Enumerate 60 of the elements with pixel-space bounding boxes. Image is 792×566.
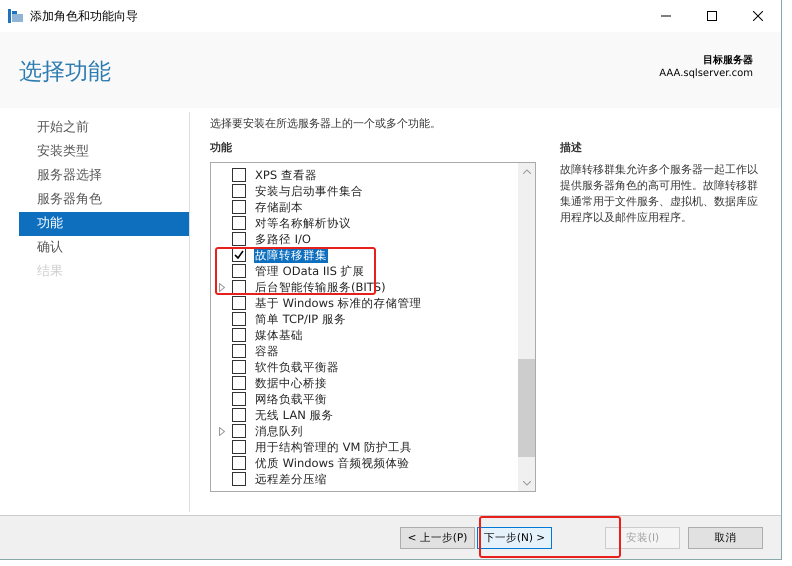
feature-label[interactable]: 管理 OData IIS 扩展: [254, 264, 366, 278]
feature-label[interactable]: 优质 Windows 音频视频体验: [254, 456, 411, 470]
description-text: 故障转移群集允许多个服务器一起工作以提供服务器角色的高可用性。故障转移群集通常用于文件服务、虚拟机、数据库应用程序以及邮件应用程序。: [560, 162, 759, 226]
close-icon: [753, 11, 763, 21]
feature-label[interactable]: 数据中心桥接: [254, 376, 328, 390]
feature-label[interactable]: 多路径 I/O: [254, 232, 312, 246]
feature-label[interactable]: 容器: [254, 344, 280, 358]
checkbox[interactable]: [232, 248, 246, 262]
features-heading: 功能: [210, 140, 233, 156]
feature-label[interactable]: 简单 TCP/IP 服务: [254, 312, 347, 326]
feature-label[interactable]: 安装与启动事件集合: [254, 184, 364, 198]
checkbox[interactable]: [232, 200, 246, 214]
feature-label[interactable]: 无线 LAN 服务: [254, 408, 334, 422]
checkbox[interactable]: [232, 232, 246, 246]
feature-label[interactable]: XPS 查看器: [254, 168, 318, 182]
checkbox[interactable]: [232, 264, 246, 278]
checkbox[interactable]: [232, 424, 246, 438]
sidebar-item[interactable]: 确认: [19, 236, 189, 260]
sidebar-item[interactable]: 功能: [19, 212, 189, 236]
feature-label[interactable]: 软件负载平衡器: [254, 360, 340, 374]
expand-icon[interactable]: [218, 282, 224, 292]
feature-label[interactable]: 消息队列: [254, 424, 304, 438]
checkbox[interactable]: [232, 376, 246, 390]
checkbox[interactable]: [232, 456, 246, 470]
checkbox[interactable]: [232, 472, 246, 486]
wizard-button[interactable]: 取消: [688, 526, 763, 548]
wizard-button[interactable]: 下一步(N) >: [477, 526, 552, 548]
checkbox[interactable]: [232, 408, 246, 422]
instruction-text: 选择要安装在所选服务器上的一个或多个功能。: [210, 116, 442, 132]
wizard-button[interactable]: < 上一步(P): [400, 526, 475, 548]
checkbox[interactable]: [232, 392, 246, 406]
target-server: AAA.sqlserver.com: [659, 67, 753, 80]
checkbox[interactable]: [232, 344, 246, 358]
expand-icon[interactable]: [218, 426, 224, 436]
checkbox[interactable]: [232, 216, 246, 230]
checkbox[interactable]: [232, 440, 246, 454]
page-title: 选择功能: [19, 58, 111, 87]
feature-label[interactable]: 网络负载平衡: [254, 392, 328, 406]
feature-label[interactable]: 媒体基础: [254, 328, 304, 342]
sidebar-item[interactable]: 安装类型: [19, 140, 189, 164]
feature-label[interactable]: 基于 Windows 标准的存储管理: [254, 296, 423, 310]
feature-label[interactable]: 用于结构管理的 VM 防护工具: [254, 440, 414, 454]
checkbox[interactable]: [232, 280, 246, 294]
sidebar-item[interactable]: 服务器角色: [19, 188, 189, 212]
window-title: 添加角色和功能向导: [30, 8, 138, 24]
checkbox[interactable]: [232, 328, 246, 342]
checkbox[interactable]: [232, 360, 246, 374]
description-heading: 描述: [560, 140, 583, 156]
target-label: 目标服务器: [702, 54, 753, 67]
checkbox[interactable]: [232, 312, 246, 326]
feature-label[interactable]: 远程差分压缩: [254, 472, 328, 486]
checkbox[interactable]: [232, 184, 246, 198]
maximize-icon: [707, 11, 717, 21]
feature-label[interactable]: 存储副本: [254, 200, 304, 214]
checkbox[interactable]: [232, 296, 246, 310]
feature-label[interactable]: 对等名称解析协议: [254, 216, 352, 230]
sidebar-item[interactable]: 服务器选择: [19, 164, 189, 188]
checkbox[interactable]: [232, 168, 246, 182]
app-icon: [8, 9, 24, 23]
sidebar-item[interactable]: 开始之前: [19, 116, 189, 140]
